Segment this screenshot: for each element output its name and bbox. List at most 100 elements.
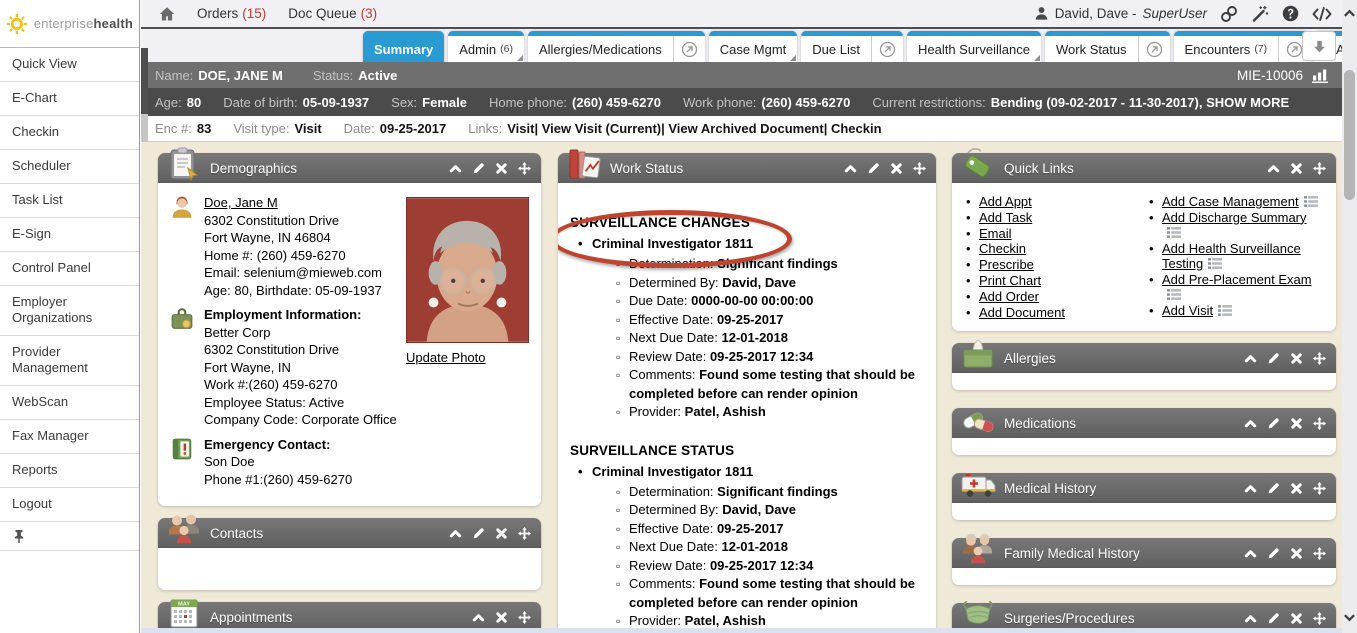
sidebar-item[interactable]: Scheduler bbox=[0, 150, 139, 184]
sidebar-item[interactable]: Reports bbox=[0, 454, 139, 488]
quick-link[interactable]: Email bbox=[979, 226, 1012, 241]
link-icon[interactable] bbox=[1220, 5, 1238, 23]
frame-scrollbar-thumb[interactable] bbox=[141, 48, 148, 114]
stub-header[interactable]: Allergies bbox=[952, 343, 1336, 373]
move-icon[interactable] bbox=[518, 527, 531, 540]
app-logo[interactable]: enterprisehealth bbox=[0, 0, 139, 48]
move-icon[interactable] bbox=[1313, 352, 1326, 365]
close-icon[interactable] bbox=[1290, 417, 1303, 430]
quick-link[interactable]: Add Health Surveillance Testing bbox=[1162, 241, 1301, 271]
scroll-up-icon[interactable] bbox=[1343, 7, 1356, 20]
close-icon[interactable] bbox=[890, 162, 903, 175]
patient-name-link[interactable]: Doe, Jane M bbox=[204, 195, 278, 210]
collapse-icon[interactable] bbox=[449, 162, 462, 175]
list-grid-icon[interactable] bbox=[1208, 258, 1222, 269]
collapse-icon[interactable] bbox=[472, 611, 485, 624]
code-icon[interactable] bbox=[1312, 7, 1332, 21]
scrollbar-thumb[interactable] bbox=[1344, 70, 1355, 200]
sidebar-pin-button[interactable] bbox=[0, 522, 139, 551]
chart-tab[interactable]: Health Surveillance bbox=[907, 31, 1041, 62]
move-icon[interactable] bbox=[518, 611, 531, 624]
edit-icon[interactable] bbox=[1267, 352, 1280, 365]
magic-wand-icon[interactable] bbox=[1251, 5, 1269, 23]
quick-link[interactable]: Checkin bbox=[979, 241, 1026, 256]
stub-header[interactable]: Medical History bbox=[952, 473, 1336, 503]
home-button[interactable] bbox=[159, 6, 175, 22]
quick-link[interactable]: Print Chart bbox=[979, 273, 1041, 288]
chart-tab[interactable]: Encounters (7) bbox=[1174, 31, 1311, 62]
sidebar-item[interactable]: Provider Management bbox=[0, 336, 139, 386]
move-icon[interactable] bbox=[1313, 482, 1326, 495]
tab-popout-button[interactable] bbox=[1138, 36, 1170, 62]
work-status-header[interactable]: Work Status bbox=[558, 153, 936, 183]
move-icon[interactable] bbox=[1313, 547, 1326, 560]
list-grid-icon[interactable] bbox=[1167, 289, 1181, 300]
sidebar-item[interactable]: E-Sign bbox=[0, 218, 139, 252]
edit-icon[interactable] bbox=[472, 162, 485, 175]
chart-tab[interactable]: Allergies/Medications bbox=[528, 31, 705, 62]
move-icon[interactable] bbox=[1313, 162, 1326, 175]
close-icon[interactable] bbox=[495, 527, 508, 540]
help-icon[interactable] bbox=[1282, 5, 1299, 22]
sidebar-item[interactable]: Fax Manager bbox=[0, 420, 139, 454]
close-icon[interactable] bbox=[1290, 612, 1303, 625]
vertical-scrollbar[interactable] bbox=[1342, 0, 1357, 633]
list-grid-icon[interactable] bbox=[1167, 227, 1181, 238]
move-icon[interactable] bbox=[518, 162, 531, 175]
quick-link[interactable]: Add Appt bbox=[979, 194, 1032, 209]
move-icon[interactable] bbox=[913, 162, 926, 175]
collapse-icon[interactable] bbox=[844, 162, 857, 175]
close-icon[interactable] bbox=[1290, 482, 1303, 495]
move-icon[interactable] bbox=[1313, 417, 1326, 430]
edit-icon[interactable] bbox=[867, 162, 880, 175]
collapse-icon[interactable] bbox=[1244, 482, 1257, 495]
chart-tab[interactable]: Case Mgmt bbox=[709, 31, 797, 62]
edit-icon[interactable] bbox=[1267, 612, 1280, 625]
close-icon[interactable] bbox=[495, 611, 508, 624]
collapse-icon[interactable] bbox=[1244, 547, 1257, 560]
chart-tab[interactable]: Admin (6) bbox=[448, 31, 524, 62]
collapse-icon[interactable] bbox=[1244, 352, 1257, 365]
current-user[interactable]: David, Dave - SuperUser bbox=[1034, 6, 1207, 21]
sidebar-item[interactable]: E-Chart bbox=[0, 82, 139, 116]
quick-link[interactable]: Add Discharge Summary bbox=[1162, 210, 1307, 225]
collapse-icon[interactable] bbox=[1267, 162, 1280, 175]
sidebar-item[interactable]: Quick View bbox=[0, 48, 139, 82]
stub-header[interactable]: Medications bbox=[952, 408, 1336, 438]
close-icon[interactable] bbox=[1290, 162, 1303, 175]
quick-link[interactable]: Add Pre-Placement Exam bbox=[1162, 272, 1312, 287]
move-icon[interactable] bbox=[1313, 612, 1326, 625]
scroll-down-icon[interactable] bbox=[1343, 611, 1356, 624]
quick-link[interactable]: Prescribe bbox=[979, 257, 1034, 272]
more-tabs-button[interactable] bbox=[1302, 31, 1336, 61]
contacts-header[interactable]: Contacts bbox=[158, 518, 541, 548]
sidebar-item[interactable]: Logout bbox=[0, 488, 139, 522]
edit-icon[interactable] bbox=[1267, 482, 1280, 495]
close-icon[interactable] bbox=[495, 162, 508, 175]
encounter-link[interactable]: View Visit (Current) bbox=[534, 121, 661, 136]
list-grid-icon[interactable] bbox=[1304, 196, 1318, 207]
edit-icon[interactable] bbox=[1267, 547, 1280, 560]
flowsheet-chart-icon[interactable] bbox=[1312, 68, 1328, 83]
chart-tab[interactable]: Work Status bbox=[1045, 31, 1170, 62]
collapse-icon[interactable] bbox=[1244, 612, 1257, 625]
sidebar-item[interactable]: Task List bbox=[0, 184, 139, 218]
quick-link[interactable]: Add Visit bbox=[1162, 303, 1213, 318]
edit-icon[interactable] bbox=[1267, 417, 1280, 430]
collapse-icon[interactable] bbox=[449, 527, 462, 540]
encounter-link[interactable]: View Archived Document bbox=[661, 121, 824, 136]
sidebar-item[interactable]: Checkin bbox=[0, 116, 139, 150]
chart-tab[interactable]: Summary bbox=[363, 31, 444, 62]
quick-link[interactable]: Add Document bbox=[979, 305, 1065, 320]
edit-icon[interactable] bbox=[472, 527, 485, 540]
collapse-icon[interactable] bbox=[1244, 417, 1257, 430]
sidebar-item[interactable]: Employer Organizations bbox=[0, 286, 139, 336]
quick-links-header[interactable]: Quick Links bbox=[952, 153, 1336, 183]
encounter-link[interactable]: Checkin bbox=[824, 121, 882, 136]
encounter-link[interactable]: Visit bbox=[507, 121, 534, 136]
sidebar-item[interactable]: WebScan bbox=[0, 386, 139, 420]
orders-link[interactable]: Orders (15) bbox=[197, 6, 266, 21]
close-icon[interactable] bbox=[1290, 547, 1303, 560]
tab-popout-button[interactable] bbox=[673, 36, 705, 62]
close-icon[interactable] bbox=[1290, 352, 1303, 365]
